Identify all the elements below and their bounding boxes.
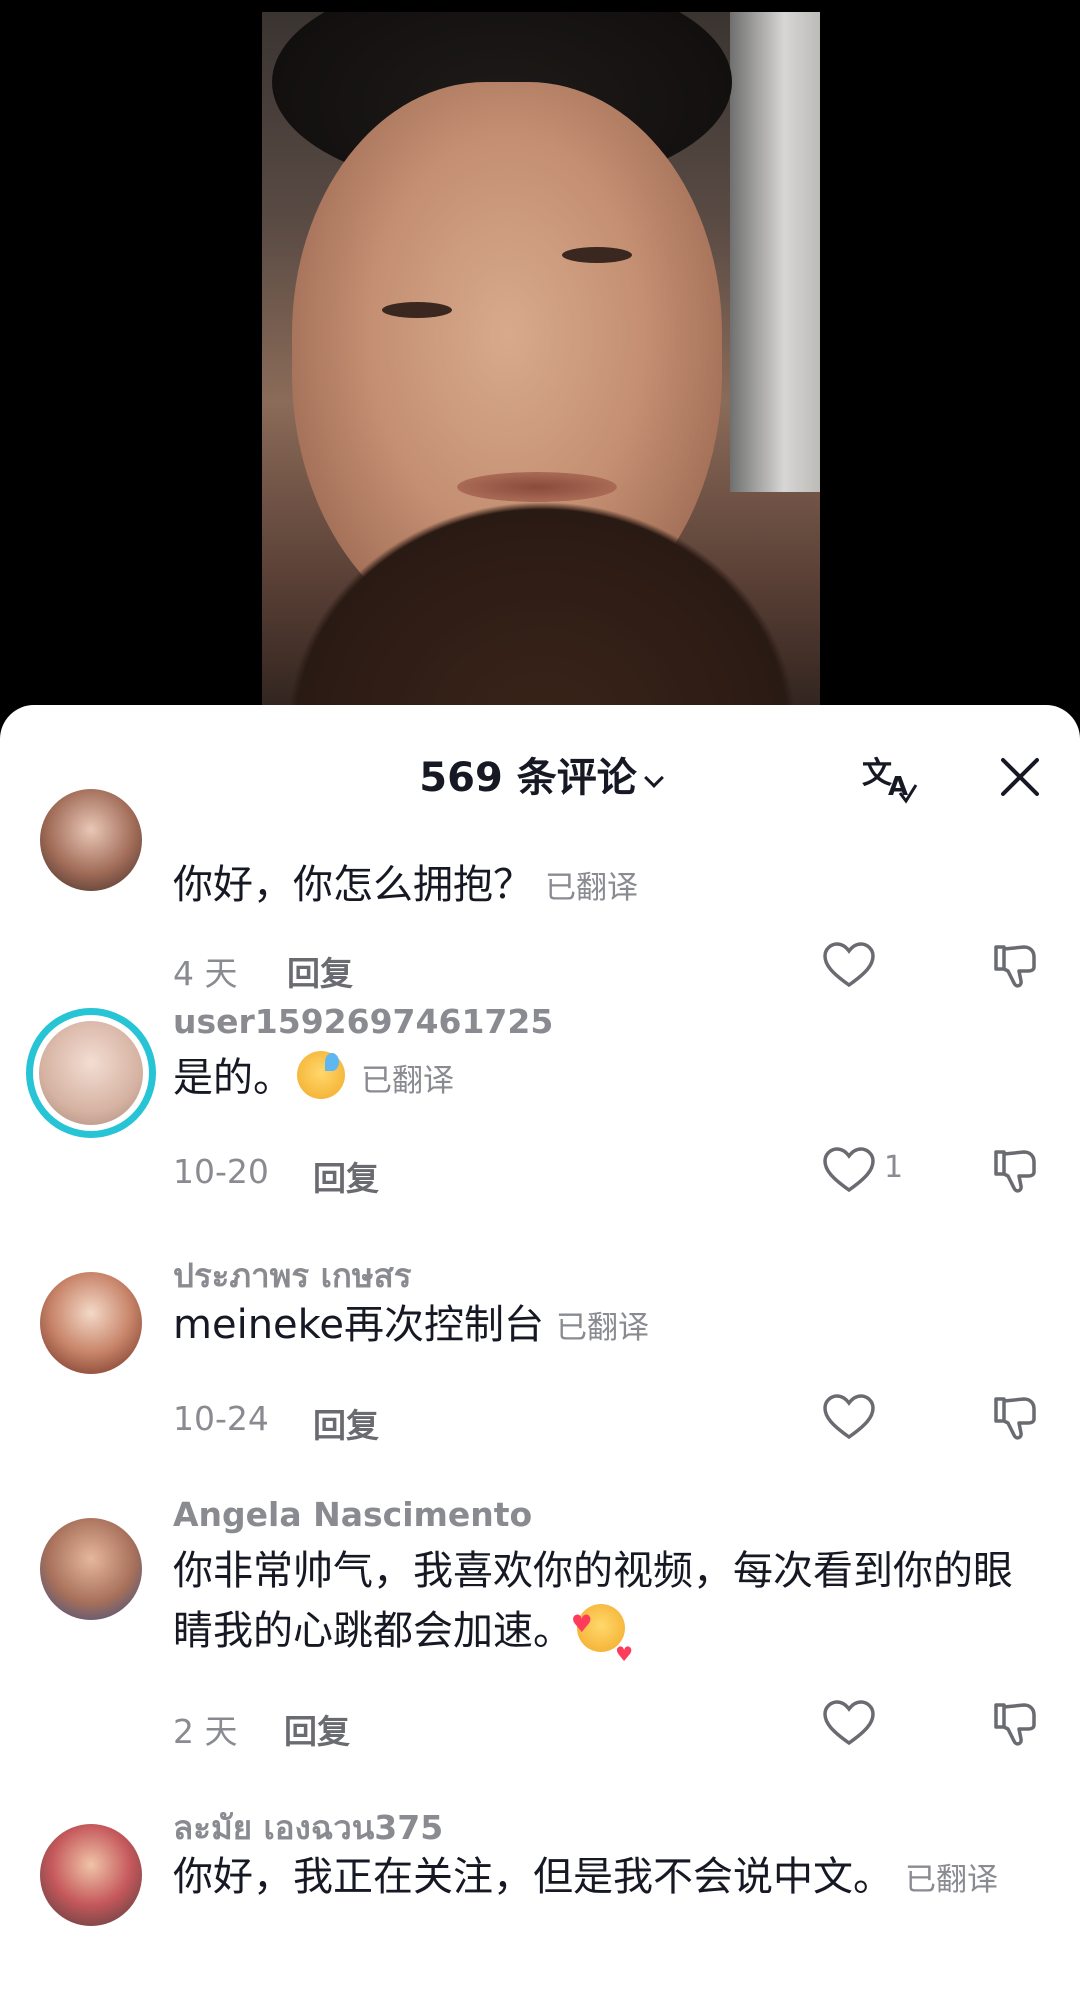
avatar[interactable]	[26, 1008, 156, 1138]
avatar[interactable]	[40, 1272, 142, 1374]
translate-button[interactable]: 文 A	[860, 749, 920, 805]
comment-date: 10-20	[173, 1152, 269, 1191]
heart-icon	[823, 1394, 875, 1440]
dislike-button[interactable]	[990, 1146, 1040, 1196]
comments-sheet: 569 条评论 文 A 你好，你怎么拥抱？ 已翻译 4 天 回复 user159…	[0, 705, 1080, 2015]
comment-body: 你好，你怎么拥抱？	[173, 862, 533, 908]
thumbs-down-icon	[994, 1397, 1036, 1440]
dislike-button[interactable]	[990, 1699, 1040, 1749]
comment-date: 4 天	[173, 954, 238, 993]
thumbs-down-icon	[994, 1150, 1036, 1193]
reply-button[interactable]: 回复	[313, 1399, 379, 1447]
dislike-button[interactable]	[990, 941, 1040, 991]
translated-label[interactable]: 已翻译	[361, 1063, 454, 1099]
comment-text: meineke再次控制台 已翻译	[173, 1295, 1040, 1358]
translated-label[interactable]: 已翻译	[905, 1862, 998, 1898]
like-button[interactable]	[822, 941, 876, 989]
comment-username[interactable]: Angela Nascimento	[173, 1495, 532, 1534]
chevron-down-icon	[643, 768, 664, 788]
avatar[interactable]	[40, 1824, 142, 1926]
translated-label[interactable]: 已翻译	[556, 1310, 649, 1346]
comments-header: 569 条评论 文 A	[0, 705, 1080, 835]
reply-button[interactable]: 回复	[313, 1152, 379, 1200]
comment-date: 10-24	[173, 1399, 269, 1438]
comment-text: 你好，我正在关注，但是我不会说中文。 已翻译	[173, 1847, 1040, 1910]
comment-body: 你好，我正在关注，但是我不会说中文。	[173, 1854, 893, 1900]
translated-label[interactable]: 已翻译	[545, 870, 638, 906]
reply-button[interactable]: 回复	[287, 947, 353, 995]
dislike-button[interactable]	[990, 1393, 1040, 1443]
like-button[interactable]	[822, 1699, 876, 1747]
comment-username[interactable]: user1592697461725	[173, 1002, 553, 1041]
avatar[interactable]	[40, 1518, 142, 1620]
like-button[interactable]	[822, 1393, 876, 1441]
like-count: 1	[884, 1150, 904, 1185]
comment-text: 你非常帅气，我喜欢你的视频，每次看到你的眼睛我的心跳都会加速。	[173, 1541, 1043, 1684]
video-player[interactable]	[0, 0, 1080, 720]
video-frame	[262, 12, 820, 720]
like-button[interactable]	[822, 1146, 876, 1194]
emoji-smiling-hearts-icon	[571, 1594, 633, 1684]
reply-button[interactable]: 回复	[284, 1705, 350, 1753]
heart-icon	[823, 942, 875, 988]
close-button[interactable]	[998, 755, 1042, 799]
emoji-sweat-smile-icon	[297, 1051, 345, 1099]
comment-date: 2 天	[173, 1712, 238, 1751]
comment-text: 你好，你怎么拥抱？ 已翻译	[173, 855, 1040, 918]
comments-count-title: 569 条评论	[419, 755, 637, 801]
comment-text: 是的。 已翻译	[173, 1048, 1040, 1111]
thumbs-down-icon	[994, 945, 1036, 988]
avatar[interactable]	[40, 789, 142, 891]
thumbs-down-icon	[994, 1703, 1036, 1746]
heart-icon	[823, 1147, 875, 1193]
comment-body: meineke再次控制台	[173, 1302, 544, 1348]
comment-body: 是的。	[173, 1055, 293, 1101]
heart-icon	[823, 1700, 875, 1746]
translate-icon: 文 A	[862, 756, 918, 804]
